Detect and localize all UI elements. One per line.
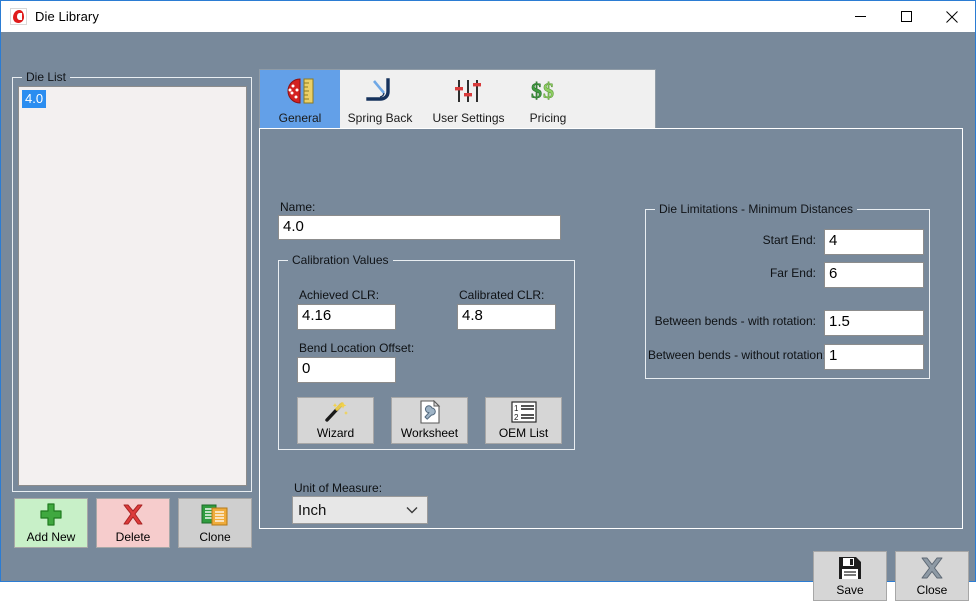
unit-of-measure-select[interactable]: Inch xyxy=(292,496,428,524)
floppy-disk-icon xyxy=(838,552,862,583)
worksheet-button[interactable]: Worksheet xyxy=(391,397,468,444)
sliders-icon xyxy=(454,70,484,111)
between-bends-without-rotation-input[interactable]: 1 xyxy=(824,344,924,370)
calibrated-clr-label: Calibrated CLR: xyxy=(459,288,545,302)
window-body: Die List 4.0 Add New Delete Clone Genera… xyxy=(1,32,975,601)
calibrated-clr-input[interactable]: 4.8 xyxy=(457,304,556,330)
die-list-group-title: Die List xyxy=(22,70,71,84)
tab-user-settings[interactable]: User Settings xyxy=(420,70,517,128)
unit-of-measure-label: Unit of Measure: xyxy=(294,481,383,495)
die-limitations-group: Die Limitations - Minimum Distances Star… xyxy=(645,202,930,379)
tab-spring-back-label: Spring Back xyxy=(347,111,413,125)
save-label: Save xyxy=(836,583,864,597)
save-button[interactable]: Save xyxy=(813,551,887,601)
name-label: Name: xyxy=(280,200,316,214)
minimize-button[interactable] xyxy=(837,1,883,32)
close-button[interactable] xyxy=(929,1,975,32)
svg-text:1: 1 xyxy=(514,404,519,413)
achieved-clr-label: Achieved CLR: xyxy=(299,288,380,302)
tab-user-settings-label: User Settings xyxy=(432,111,505,125)
wrench-document-icon xyxy=(419,398,441,426)
close-form-button[interactable]: Close xyxy=(895,551,969,601)
close-form-label: Close xyxy=(916,583,948,597)
tab-pricing-label: Pricing xyxy=(529,111,567,125)
tab-general-label: General xyxy=(278,111,322,125)
numbered-list-icon: 1 2 xyxy=(510,398,537,426)
die-list-box[interactable]: 4.0 xyxy=(18,86,247,486)
tab-general[interactable]: General xyxy=(260,70,340,128)
maximize-button[interactable] xyxy=(883,1,929,32)
add-new-label: Add New xyxy=(26,530,76,544)
bent-tube-icon xyxy=(365,70,395,111)
name-input[interactable]: 4.0 xyxy=(278,215,561,240)
svg-text:$: $ xyxy=(531,78,542,103)
between-bends-with-rotation-label: Between bends - with rotation: xyxy=(654,314,816,328)
start-end-label: Start End: xyxy=(762,233,816,247)
magic-wand-icon xyxy=(323,398,349,426)
copy-icon xyxy=(179,499,251,530)
dollar-signs-icon: $ $ xyxy=(531,70,565,111)
tab-spring-back[interactable]: Spring Back xyxy=(340,70,420,128)
window-title: Die Library xyxy=(35,9,99,24)
die-ruler-icon xyxy=(284,70,316,111)
calibration-group-title: Calibration Values xyxy=(288,253,393,267)
app-icon xyxy=(10,8,27,25)
window-controls xyxy=(837,1,975,32)
far-end-label: Far End: xyxy=(769,266,816,280)
delete-button[interactable]: Delete xyxy=(96,498,170,548)
list-item[interactable]: 4.0 xyxy=(22,90,47,108)
start-end-input[interactable]: 4 xyxy=(824,229,924,255)
svg-text:$: $ xyxy=(543,78,554,103)
achieved-clr-input[interactable]: 4.16 xyxy=(297,304,396,330)
die-library-window: Die Library Die List 4.0 Add New Delete … xyxy=(0,0,976,601)
oem-list-label: OEM List xyxy=(498,426,549,440)
plus-icon xyxy=(15,499,87,530)
add-new-button[interactable]: Add New xyxy=(14,498,88,548)
chevron-down-icon xyxy=(406,497,418,523)
x-icon xyxy=(919,552,945,583)
x-icon xyxy=(97,499,169,530)
oem-list-button[interactable]: 1 2 OEM List xyxy=(485,397,562,444)
title-bar: Die Library xyxy=(1,1,975,32)
clone-button[interactable]: Clone xyxy=(178,498,252,548)
tab-strip: General Spring Back User Settings $ $ Pr… xyxy=(259,69,656,129)
far-end-input[interactable]: 6 xyxy=(824,262,924,288)
die-list-group: Die List 4.0 xyxy=(12,70,252,492)
wizard-button[interactable]: Wizard xyxy=(297,397,374,444)
calibration-values-group: Calibration Values Achieved CLR: 4.16 Ca… xyxy=(278,253,575,450)
between-bends-without-rotation-label: Between bends - without rotation: xyxy=(648,348,827,362)
tab-control: General Spring Back User Settings $ $ Pr… xyxy=(259,69,963,529)
tab-pricing[interactable]: $ $ Pricing xyxy=(517,70,579,128)
clone-label: Clone xyxy=(199,530,231,544)
bend-location-offset-label: Bend Location Offset: xyxy=(299,341,415,355)
worksheet-label: Worksheet xyxy=(400,426,459,440)
svg-text:2: 2 xyxy=(514,413,519,422)
tab-page-general: Name: 4.0 Calibration Values Achieved CL… xyxy=(259,128,963,529)
between-bends-with-rotation-input[interactable]: 1.5 xyxy=(824,310,924,336)
wizard-label: Wizard xyxy=(316,426,355,440)
delete-label: Delete xyxy=(115,530,151,544)
die-limitations-group-title: Die Limitations - Minimum Distances xyxy=(655,202,858,216)
bend-location-offset-input[interactable]: 0 xyxy=(297,357,396,383)
unit-of-measure-value: Inch xyxy=(298,501,327,519)
